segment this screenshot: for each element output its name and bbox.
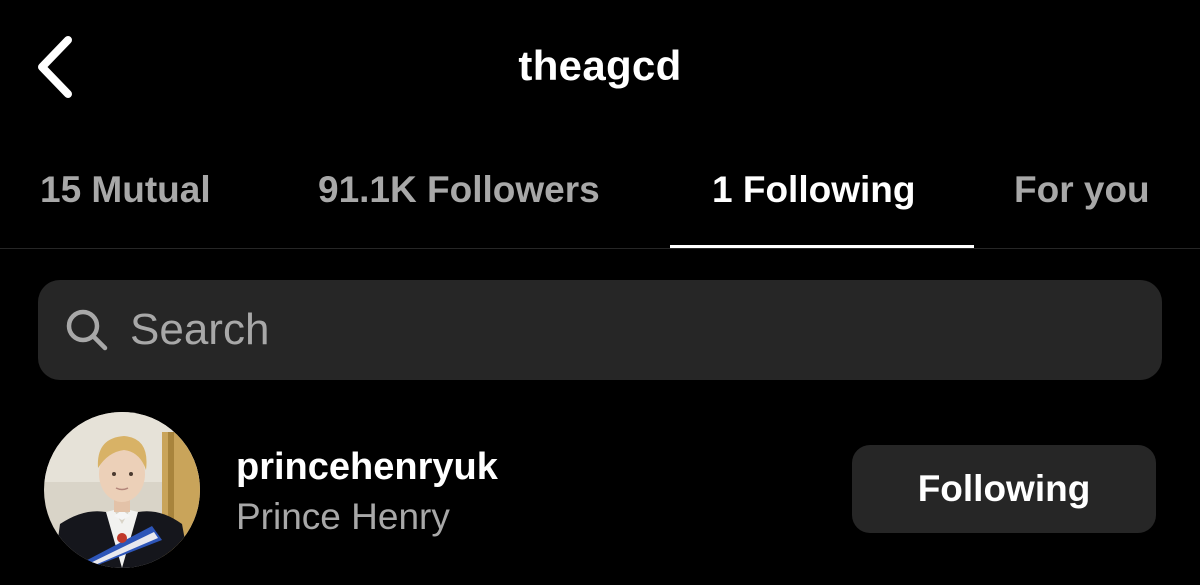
tab-for-you[interactable]: For you xyxy=(1014,168,1150,212)
username[interactable]: princehenryuk xyxy=(236,444,498,490)
tab-followers[interactable]: 91.1K Followers xyxy=(318,168,600,212)
tab-following[interactable]: 1 Following xyxy=(712,168,915,212)
top-bar: theagcd xyxy=(0,0,1200,135)
search-input[interactable] xyxy=(130,300,1130,360)
full-name: Prince Henry xyxy=(236,496,450,537)
profile-photo-image xyxy=(44,412,200,568)
tab-mutual[interactable]: 15 Mutual xyxy=(40,168,211,212)
list-item[interactable]: princehenryuk Prince Henry Following xyxy=(0,400,1200,585)
search-icon xyxy=(66,309,108,351)
following-button[interactable]: Following xyxy=(852,445,1156,533)
page-title: theagcd xyxy=(518,42,682,89)
avatar[interactable] xyxy=(44,412,200,568)
active-tab-indicator xyxy=(670,245,974,248)
tab-bar: 15 Mutual 91.1K Followers 1 Following Fo… xyxy=(0,150,1200,249)
